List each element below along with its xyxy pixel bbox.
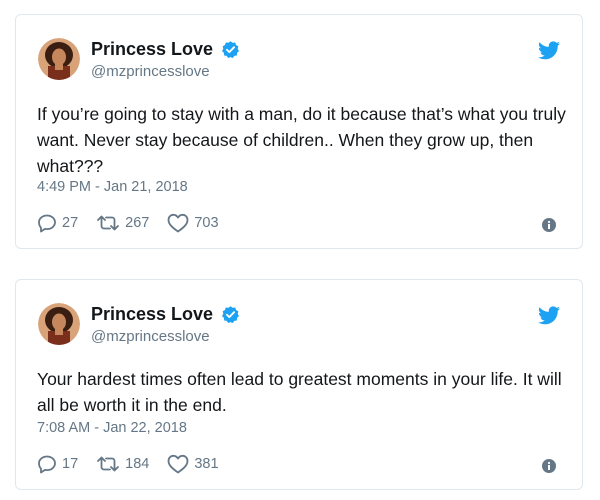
retweet-button[interactable]: 184 — [96, 454, 149, 474]
reply-button[interactable]: 17 — [37, 454, 78, 474]
verified-badge-icon — [222, 41, 239, 59]
author-handle[interactable]: @mzprincesslove — [91, 328, 210, 345]
reply-count: 27 — [62, 215, 79, 231]
tweet-actions: 27 267 703 — [37, 212, 237, 234]
verified-badge-icon — [222, 306, 239, 324]
like-button[interactable]: 381 — [167, 454, 219, 474]
avatar[interactable] — [38, 303, 80, 345]
retweet-count: 184 — [125, 456, 150, 472]
avatar[interactable] — [38, 38, 80, 80]
retweet-button[interactable]: 267 — [96, 213, 149, 233]
reply-count: 17 — [62, 456, 79, 472]
tweet-screenshot-page: Princess Love @mzprincesslove If you’re … — [0, 0, 600, 500]
tweet-text: Your hardest times often lead to greates… — [37, 369, 562, 415]
retweet-icon — [97, 215, 120, 231]
tweet-text: If you’re going to stay with a man, do i… — [37, 104, 566, 176]
tweet-card[interactable]: Princess Love @mzprincesslove Your harde… — [15, 279, 583, 490]
like-button[interactable]: 703 — [167, 213, 219, 233]
twitter-bird-icon[interactable] — [538, 41, 560, 60]
tweet-timestamp[interactable]: 4:49 PM - Jan 21, 2018 — [37, 179, 188, 195]
reply-button[interactable]: 27 — [37, 213, 78, 233]
tweet-timestamp[interactable]: 7:08 AM - Jan 22, 2018 — [37, 420, 187, 436]
author-name[interactable]: Princess Love — [91, 304, 213, 325]
like-count: 381 — [194, 456, 219, 472]
tweet-card[interactable]: Princess Love @mzprincesslove If you’re … — [15, 14, 583, 249]
reply-icon — [38, 455, 56, 474]
heart-icon — [167, 454, 189, 474]
like-count: 703 — [194, 215, 219, 231]
reply-icon — [38, 214, 56, 233]
info-icon[interactable] — [542, 459, 556, 473]
heart-icon — [167, 213, 189, 233]
retweet-count: 267 — [125, 215, 150, 231]
retweet-icon — [97, 456, 120, 472]
author-name[interactable]: Princess Love — [91, 39, 213, 60]
tweet-actions: 17 184 381 — [37, 453, 237, 475]
info-icon[interactable] — [542, 218, 556, 232]
author-handle[interactable]: @mzprincesslove — [91, 63, 210, 80]
twitter-bird-icon[interactable] — [538, 306, 560, 325]
